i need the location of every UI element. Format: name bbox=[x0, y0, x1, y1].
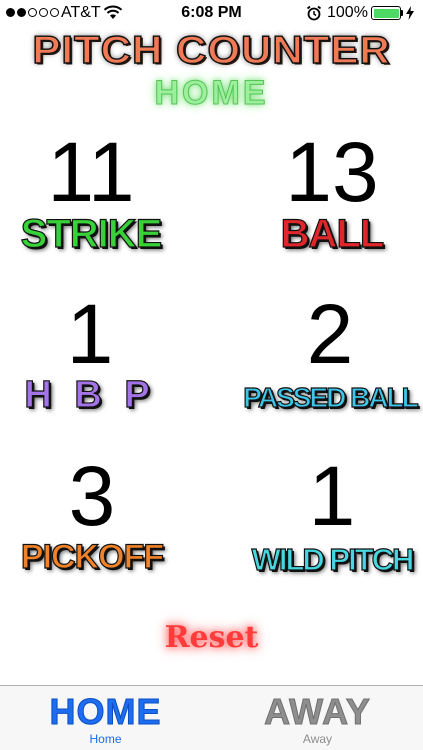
battery-percent: 100% bbox=[327, 4, 368, 21]
charging-bolt-icon bbox=[406, 6, 414, 20]
counter-hbp[interactable]: 1 H B P bbox=[0, 292, 190, 417]
tab-home[interactable]: HOME Home bbox=[0, 686, 211, 750]
home-tab-icon[interactable]: HOME bbox=[0, 691, 211, 732]
battery-level bbox=[373, 8, 399, 18]
pickoff-label[interactable]: PICKOFF bbox=[0, 537, 192, 577]
passed-ball-count[interactable]: 2 bbox=[230, 292, 423, 376]
counter-strike[interactable]: 11 STRIKE bbox=[0, 130, 191, 257]
reset-button[interactable]: Reset bbox=[0, 620, 423, 655]
hbp-count[interactable]: 1 bbox=[0, 292, 190, 376]
app-title: PITCH COUNTER bbox=[32, 27, 391, 72]
away-tab-icon[interactable]: AWAY bbox=[212, 691, 423, 732]
tab-away[interactable]: AWAY Away bbox=[212, 686, 423, 750]
pitch-counter-screen: AT&T 6:08 PM 100% PITCH COUNTER HOME 11 … bbox=[0, 0, 423, 750]
status-bar: AT&T 6:08 PM 100% bbox=[0, 0, 423, 28]
pickoff-count[interactable]: 3 bbox=[0, 454, 192, 538]
counter-passed-ball[interactable]: 2 PASSED BALL bbox=[230, 292, 423, 414]
battery-icon bbox=[371, 6, 401, 20]
strike-label[interactable]: STRIKE bbox=[0, 211, 191, 257]
wild-pitch-label[interactable]: WILD PITCH bbox=[232, 541, 423, 578]
ball-label[interactable]: BALL bbox=[232, 211, 423, 257]
hbp-label[interactable]: H B P bbox=[0, 373, 190, 417]
counter-ball[interactable]: 13 BALL bbox=[232, 130, 423, 257]
away-tab-label[interactable]: Away bbox=[212, 732, 423, 746]
battery-terminal bbox=[401, 10, 403, 16]
strike-count[interactable]: 11 bbox=[0, 130, 191, 214]
counter-wild-pitch[interactable]: 1 WILD PITCH bbox=[232, 454, 423, 578]
home-tab-label[interactable]: Home bbox=[0, 732, 211, 746]
wild-pitch-count[interactable]: 1 bbox=[232, 454, 423, 538]
passed-ball-label[interactable]: PASSED BALL bbox=[230, 381, 423, 414]
ball-count[interactable]: 13 bbox=[232, 130, 423, 214]
alarm-clock-icon bbox=[306, 5, 322, 21]
counter-pickoff[interactable]: 3 PICKOFF bbox=[0, 454, 192, 577]
team-banner: HOME bbox=[154, 74, 269, 113]
tab-bar: HOME Home AWAY Away bbox=[0, 685, 423, 750]
